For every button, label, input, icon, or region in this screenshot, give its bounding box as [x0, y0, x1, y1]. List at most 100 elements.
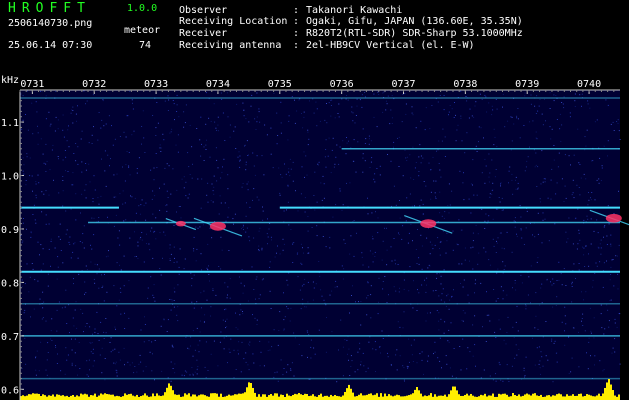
noise-speck	[546, 279, 548, 281]
noise-speck	[296, 253, 298, 255]
noise-speck	[48, 194, 50, 196]
noise-speck	[201, 178, 203, 180]
noise-speck	[321, 295, 323, 297]
noise-speck	[469, 260, 470, 262]
noise-speck	[537, 110, 539, 112]
noise-speck	[447, 293, 449, 295]
noise-speck	[403, 311, 405, 313]
noise-speck	[371, 157, 373, 159]
noise-speck	[382, 288, 384, 290]
noise-speck	[442, 128, 444, 130]
noise-speck	[399, 217, 401, 219]
level-bar	[578, 393, 580, 400]
noise-speck	[58, 158, 59, 160]
noise-speck	[217, 124, 219, 126]
noise-speck	[582, 313, 584, 315]
noise-speck	[166, 163, 168, 165]
noise-speck	[506, 231, 508, 233]
info-label-observer: Observer	[179, 5, 228, 16]
noise-speck	[301, 355, 303, 357]
noise-speck	[311, 90, 313, 92]
noise-speck	[606, 260, 607, 262]
noise-speck	[573, 197, 575, 199]
noise-speck	[373, 178, 375, 180]
noise-speck	[256, 276, 258, 278]
level-bar	[132, 395, 134, 400]
noise-speck	[283, 319, 285, 321]
noise-speck	[45, 118, 47, 120]
noise-speck	[261, 279, 263, 281]
noise-speck	[278, 330, 280, 331]
noise-speck	[497, 208, 499, 210]
level-bar	[56, 394, 58, 400]
noise-speck	[101, 274, 102, 276]
level-bar	[374, 394, 376, 400]
level-bar	[234, 394, 236, 400]
noise-speck	[134, 197, 136, 199]
noise-speck	[599, 157, 601, 159]
noise-speck	[215, 147, 217, 149]
noise-speck	[227, 294, 228, 296]
noise-speck	[568, 217, 570, 219]
noise-speck	[123, 255, 125, 257]
noise-speck	[600, 180, 602, 181]
level-bar	[324, 395, 326, 400]
noise-speck	[300, 308, 302, 310]
noise-speck	[525, 227, 527, 229]
level-bar	[202, 394, 204, 400]
noise-speck	[185, 195, 187, 197]
noise-speck	[102, 100, 104, 102]
noise-speck	[515, 344, 517, 346]
noise-speck	[333, 166, 335, 168]
noise-speck	[514, 280, 516, 281]
level-bar	[524, 394, 526, 400]
noise-speck	[374, 173, 376, 175]
noise-speck	[200, 116, 202, 118]
noise-speck	[461, 319, 463, 321]
noise-speck	[307, 129, 309, 131]
noise-speck	[511, 140, 513, 142]
noise-speck	[587, 103, 589, 105]
noise-speck	[536, 347, 538, 349]
noise-speck	[462, 338, 464, 340]
noise-speck	[350, 355, 352, 357]
level-bar	[584, 395, 586, 400]
noise-speck	[144, 152, 146, 153]
noise-speck	[386, 227, 387, 229]
level-bar	[514, 395, 516, 400]
noise-speck	[76, 120, 77, 122]
noise-speck	[186, 371, 188, 373]
noise-speck	[512, 287, 513, 289]
noise-speck	[129, 237, 131, 239]
noise-speck	[45, 163, 47, 165]
noise-speck	[508, 170, 510, 172]
noise-speck	[506, 294, 508, 296]
noise-speck	[253, 188, 255, 190]
noise-speck	[86, 374, 88, 376]
noise-speck	[140, 204, 142, 206]
noise-speck	[60, 250, 62, 251]
noise-speck	[288, 171, 290, 173]
noise-speck	[47, 285, 49, 287]
noise-speck	[564, 315, 566, 317]
noise-speck	[487, 220, 489, 222]
noise-speck	[607, 140, 609, 142]
noise-speck	[67, 129, 69, 131]
noise-speck	[64, 306, 66, 308]
noise-speck	[227, 286, 229, 288]
noise-speck	[39, 298, 41, 300]
noise-speck	[408, 290, 410, 292]
noise-speck	[259, 121, 261, 123]
noise-speck	[75, 160, 77, 162]
noise-speck	[439, 273, 441, 275]
noise-speck	[422, 213, 424, 215]
noise-speck	[258, 199, 260, 201]
level-bar	[480, 394, 482, 400]
noise-speck	[173, 287, 175, 289]
noise-speck	[342, 204, 344, 206]
noise-speck	[293, 242, 295, 243]
level-bar	[280, 394, 282, 400]
level-bar	[420, 393, 422, 400]
noise-speck	[525, 356, 527, 358]
level-bar	[228, 394, 230, 400]
